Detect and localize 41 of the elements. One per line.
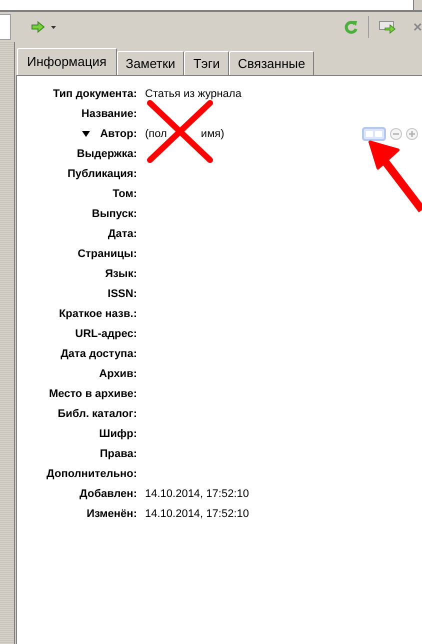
field-label: Название:	[81, 108, 137, 120]
field-label: Выдержка:	[76, 148, 137, 160]
arrow-right-icon[interactable]	[31, 21, 45, 33]
field-label: Страницы:	[78, 248, 137, 260]
field-value[interactable]: Статья из журнала	[145, 88, 242, 100]
field-label: Архив:	[99, 368, 137, 380]
field-label: Место в архиве:	[48, 388, 137, 400]
field-label: Язык:	[105, 268, 137, 280]
field-label: Дата доступа:	[60, 348, 137, 360]
tab[interactable]: Заметки	[116, 51, 184, 75]
tab[interactable]: Тэги	[184, 51, 229, 75]
field-label: Права:	[100, 448, 137, 460]
field-label: URL-адрес:	[75, 328, 137, 340]
field-label: Шифр:	[99, 428, 137, 440]
field-value[interactable]: 14.10.2014, 17:52:10	[145, 488, 249, 500]
field-label: Том:	[112, 188, 137, 200]
field-label: Изменён:	[86, 508, 137, 520]
field-label: Дата:	[108, 228, 137, 240]
field-value[interactable]: имя)	[200, 128, 224, 140]
window-arrow-icon[interactable]	[379, 20, 398, 34]
field-label: Выпуск:	[92, 208, 137, 220]
field-label: Библ. каталог:	[58, 408, 137, 420]
field-label: Публикация:	[67, 168, 137, 180]
field-value[interactable]: (пол	[145, 128, 167, 140]
twisty-icon[interactable]	[82, 131, 90, 137]
field-label: Дополнительно:	[46, 468, 137, 480]
field-label: Краткое назв.:	[58, 308, 137, 320]
tab[interactable]: Информация	[17, 48, 117, 75]
field-value[interactable]: 14.10.2014, 17:52:10	[145, 508, 249, 520]
field-label: ISSN:	[108, 288, 137, 300]
tab[interactable]: Связанные	[228, 51, 314, 75]
switch-mode-button[interactable]	[362, 127, 386, 141]
search-field[interactable]	[0, 14, 11, 40]
field-label: Добавлен:	[80, 488, 137, 500]
minus-icon[interactable]	[390, 128, 402, 140]
field-label: Тип документа:	[52, 88, 137, 100]
refresh-icon[interactable]	[344, 19, 358, 35]
annotation-arrow	[368, 140, 422, 212]
caret-icon[interactable]	[51, 26, 56, 28]
plus-icon[interactable]	[406, 128, 418, 140]
field-label: Автор:	[100, 128, 137, 140]
